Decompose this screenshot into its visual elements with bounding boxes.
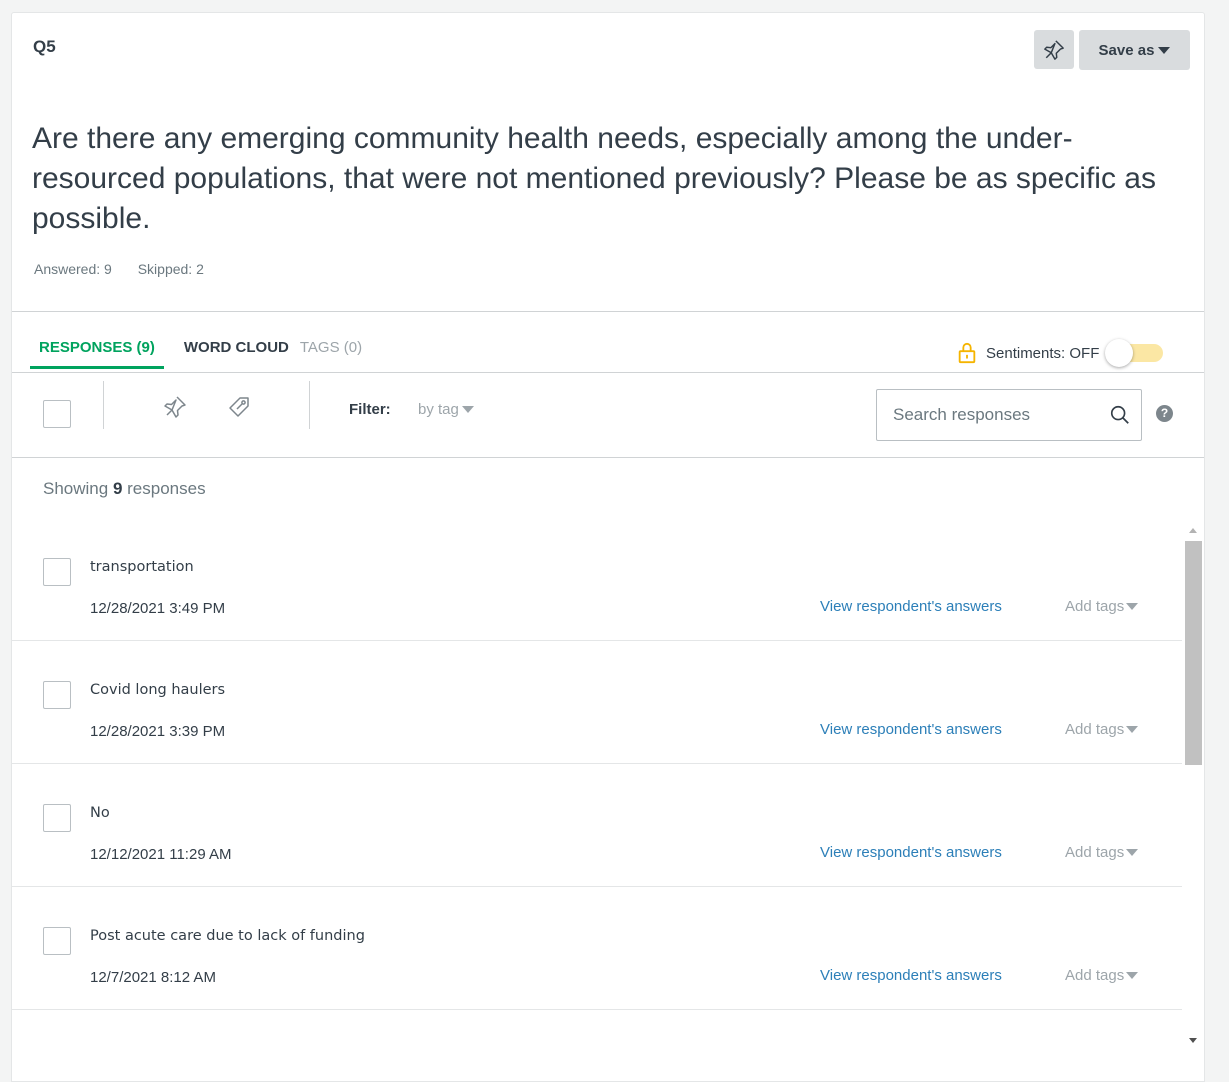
add-tags-label: Add tags [1065,721,1125,738]
pin-button[interactable] [1034,30,1074,69]
filter-label: Filter: [349,401,391,418]
tag-icon[interactable] [227,395,251,419]
question-number: Q5 [33,37,56,56]
chevron-down-icon [1126,849,1139,856]
scroll-down-arrow-icon[interactable] [1189,1038,1197,1043]
response-text: transportation [90,559,194,575]
toggle-knob [1105,339,1134,367]
search-icon[interactable] [1109,404,1131,426]
toolbar-separator [103,381,104,429]
answered-count: Answered: 9 [34,261,112,277]
view-respondent-link[interactable]: View respondent's answers [820,598,1002,615]
add-tags-label: Add tags [1065,598,1125,615]
toolbar-separator [309,381,310,429]
response-checkbox[interactable] [43,804,71,832]
response-row: transportation 12/28/2021 3:49 PM View r… [12,518,1182,641]
view-respondent-link[interactable]: View respondent's answers [820,967,1002,984]
question-card: Q5 Save as Are there any emerging commun… [11,12,1205,1082]
chevron-down-icon [1158,46,1171,54]
chevron-down-icon [461,406,474,413]
divider [12,311,1204,312]
response-text: Covid long haulers [90,682,226,698]
tab-tags[interactable]: TAGS (0) [298,335,371,369]
sentiments-label: Sentiments: OFF [986,344,1100,362]
divider [12,372,1204,373]
filter-value: by tag [418,401,459,418]
pin-icon [1044,39,1064,60]
response-text: Post acute care due to lack of funding [90,928,365,944]
question-text: Are there any emerging community health … [32,122,1156,235]
save-as-button[interactable]: Save as [1079,30,1190,70]
response-row: No 12/12/2021 11:29 AM View respondent's… [12,764,1182,887]
save-as-label: Save as [1098,41,1155,59]
add-tags-dropdown[interactable]: Add tags [1065,844,1139,861]
help-icon[interactable]: ? [1156,405,1173,422]
sentiments-control: Sentiments: OFF [956,339,1165,367]
response-checkbox[interactable] [43,681,71,709]
tab-responses[interactable]: RESPONSES (9) [30,335,164,369]
response-row: Post acute care due to lack of funding 1… [12,887,1182,1010]
response-checkbox[interactable] [43,927,71,955]
view-respondent-link[interactable]: View respondent's answers [820,721,1002,738]
chevron-down-icon [1126,603,1139,610]
response-checkbox[interactable] [43,558,71,586]
showing-prefix: Showing [43,479,113,498]
response-stats: Answered: 9 Skipped: 2 [34,261,226,277]
tab-bar: RESPONSES (9) WORD CLOUD TAGS (0) [30,335,371,373]
showing-number: 9 [112,479,123,498]
add-tags-dropdown[interactable]: Add tags [1065,598,1139,615]
tab-word-cloud[interactable]: WORD CLOUD [175,335,298,369]
showing-count: Showing 9 responses [43,479,206,499]
add-tags-label: Add tags [1065,967,1125,984]
response-date: 12/28/2021 3:49 PM [90,600,226,617]
response-date: 12/28/2021 3:39 PM [90,723,226,740]
response-scrollbar[interactable] [1184,518,1202,1058]
showing-suffix: responses [122,479,206,498]
response-row: Covid long haulers 12/28/2021 3:39 PM Vi… [12,641,1182,764]
search-placeholder: Search responses [893,405,1031,424]
response-date: 12/12/2021 11:29 AM [90,846,232,863]
chevron-down-icon [1126,972,1139,979]
add-tags-label: Add tags [1065,844,1125,861]
select-all-checkbox[interactable] [43,400,71,428]
divider [12,457,1204,458]
response-date: 12/7/2021 8:12 AM [90,969,216,986]
add-tags-dropdown[interactable]: Add tags [1065,967,1139,984]
scroll-thumb[interactable] [1185,541,1202,765]
add-tags-dropdown[interactable]: Add tags [1065,721,1139,738]
search-input[interactable]: Search responses [876,389,1142,441]
pin-response-icon[interactable] [163,395,187,419]
chevron-down-icon [1126,726,1139,733]
filter-dropdown[interactable]: by tag [418,401,474,418]
lock-icon [958,342,976,364]
scroll-up-arrow-icon[interactable] [1189,528,1197,533]
view-respondent-link[interactable]: View respondent's answers [820,844,1002,861]
skipped-count: Skipped: 2 [137,261,204,277]
sentiments-toggle[interactable] [1105,339,1165,367]
response-text: No [90,805,110,821]
